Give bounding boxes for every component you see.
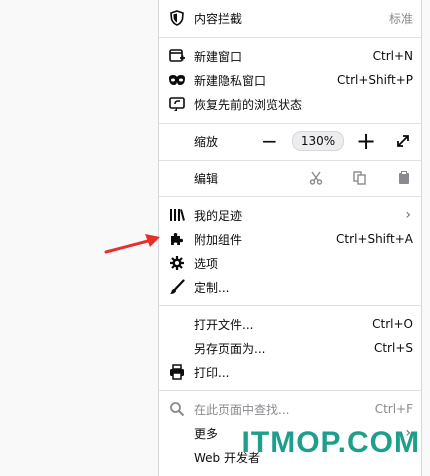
separator [159,160,421,161]
copy-icon[interactable] [353,171,367,185]
more-label: 更多 [194,426,219,441]
app-menu-panel: 内容拦截 标准 新建窗口 Ctrl+N 新建隐私窗口 Ctrl+Shift+P … [158,0,422,476]
puzzle-piece-icon [167,229,187,249]
chevron-right-icon: › [405,207,411,223]
new-window-icon [167,46,187,66]
menu-item-options[interactable]: 选项 [159,252,421,274]
menu-item-addons[interactable]: 附加组件 Ctrl+Shift+A [159,228,421,250]
new-window-shortcut: Ctrl+N [372,49,413,63]
menu-item-new-private-window[interactable]: 新建隐私窗口 Ctrl+Shift+P [159,69,421,91]
options-label: 选项 [194,256,219,271]
menu-item-library[interactable]: 我的足迹 › [159,204,421,226]
red-arrow-annotation [104,234,160,254]
new-private-window-label: 新建隐私窗口 [194,73,267,88]
zoom-out-button[interactable]: − [261,131,278,151]
menu-item-zoom: 缩放 − 130% + [159,129,421,153]
customize-label: 定制... [194,280,230,295]
separator [159,390,421,391]
paste-icon[interactable] [397,171,411,185]
menu-item-customize[interactable]: 定制... [159,276,421,298]
find-in-page-shortcut: Ctrl+F [374,402,413,416]
menu-item-new-window[interactable]: 新建窗口 Ctrl+N [159,45,421,67]
content-blocking-label: 内容拦截 [194,11,243,26]
restore-session-icon [167,94,187,114]
menu-item-print[interactable]: 打印... [159,361,421,383]
menu-item-edit: 编辑 [159,167,421,189]
search-icon [167,399,187,419]
menu-item-open-file[interactable]: 打开文件... Ctrl+O [159,313,421,335]
new-private-window-shortcut: Ctrl+Shift+P [337,73,413,87]
menu-item-find-in-page[interactable]: 在此页面中查找... Ctrl+F [159,398,421,420]
open-file-label: 打开文件... [194,317,254,332]
fullscreen-icon[interactable] [396,134,410,148]
cut-icon[interactable] [309,171,323,185]
save-page-shortcut: Ctrl+S [373,341,413,355]
addons-label: 附加组件 [194,232,243,247]
save-page-label: 另存页面为... [194,341,266,356]
library-icon [167,205,187,225]
restore-session-label: 恢复先前的浏览状态 [194,97,303,112]
separator [159,123,421,124]
private-mask-icon [167,70,187,90]
separator [159,196,421,197]
addons-shortcut: Ctrl+Shift+A [336,232,413,246]
library-label: 我的足迹 [194,208,243,223]
separator [159,37,421,38]
open-file-shortcut: Ctrl+O [372,317,413,331]
content-blocking-level: 标准 [388,11,413,26]
edit-label: 编辑 [194,171,219,186]
gear-icon [167,253,187,273]
find-in-page-label: 在此页面中查找... [194,402,290,417]
new-window-label: 新建窗口 [194,49,243,64]
menu-item-content-blocking[interactable]: 内容拦截 标准 [159,7,421,29]
watermark: ITMOP.COM [241,426,420,459]
zoom-in-button[interactable]: + [356,129,376,153]
printer-icon [167,362,187,382]
zoom-label: 缩放 [194,134,219,149]
menu-item-restore-session[interactable]: 恢复先前的浏览状态 [159,93,421,115]
paintbrush-icon [167,277,187,297]
shield-icon [167,8,187,28]
menu-item-save-page[interactable]: 另存页面为... Ctrl+S [159,337,421,359]
print-label: 打印... [194,365,230,380]
separator [159,305,421,306]
zoom-reset-button[interactable]: 130% [292,131,344,151]
